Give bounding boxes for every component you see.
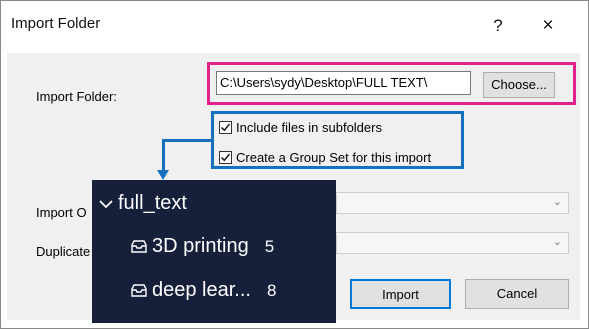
chevron-down-icon: ⌄ xyxy=(552,236,562,248)
import-options-label: Import O xyxy=(36,205,87,220)
include-subfolders-label: Include files in subfolders xyxy=(236,120,382,135)
group-set-checkbox[interactable] xyxy=(219,151,232,164)
group-item-count: 5 xyxy=(264,236,275,256)
group-item-row[interactable]: 3D printing 5 xyxy=(130,235,274,258)
duplicates-select[interactable]: ⌄ xyxy=(336,232,569,254)
group-set-label: Create a Group Set for this import xyxy=(236,150,432,165)
group-item-label: 3D printing xyxy=(152,235,249,257)
group-item-label: deep lear... xyxy=(152,279,251,301)
group-set-option[interactable]: Create a Group Set for this import xyxy=(219,150,431,165)
import-folder-label: Import Folder: xyxy=(36,89,117,104)
chevron-down-icon xyxy=(99,199,113,208)
tray-icon xyxy=(131,283,147,297)
choose-button[interactable]: Choose... xyxy=(483,72,555,98)
group-item-row[interactable]: deep lear... 8 xyxy=(130,279,276,302)
folder-name: full_text xyxy=(118,192,187,214)
cancel-button[interactable]: Cancel xyxy=(465,279,569,309)
close-button[interactable]: × xyxy=(528,11,568,41)
tray-icon xyxy=(131,239,147,253)
group-set-preview-popup: full_text 3D printing 5 deep lear... 8 xyxy=(92,180,336,323)
title-bar: Import Folder ? × xyxy=(1,1,588,53)
group-item-count: 8 xyxy=(266,280,277,300)
include-subfolders-option[interactable]: Include files in subfolders xyxy=(219,120,382,135)
folder-row[interactable]: full_text xyxy=(98,192,187,215)
arrow-down-icon xyxy=(157,170,169,180)
duplicates-label: Duplicate xyxy=(36,244,91,259)
connector-line xyxy=(162,139,212,142)
import-button[interactable]: Import xyxy=(350,279,451,309)
import-options-select[interactable]: ⌄ xyxy=(336,192,569,214)
chevron-down-icon: ⌄ xyxy=(552,196,562,208)
checkmark-icon xyxy=(221,123,231,132)
help-button[interactable]: ? xyxy=(478,11,518,41)
dialog-title: Import Folder xyxy=(11,15,101,32)
include-subfolders-checkbox[interactable] xyxy=(219,121,232,134)
checkmark-icon xyxy=(221,153,231,162)
folder-path-input[interactable]: C:\Users\sydy\Desktop\FULL TEXT\ xyxy=(216,71,471,95)
connector-line-vertical xyxy=(162,139,165,172)
